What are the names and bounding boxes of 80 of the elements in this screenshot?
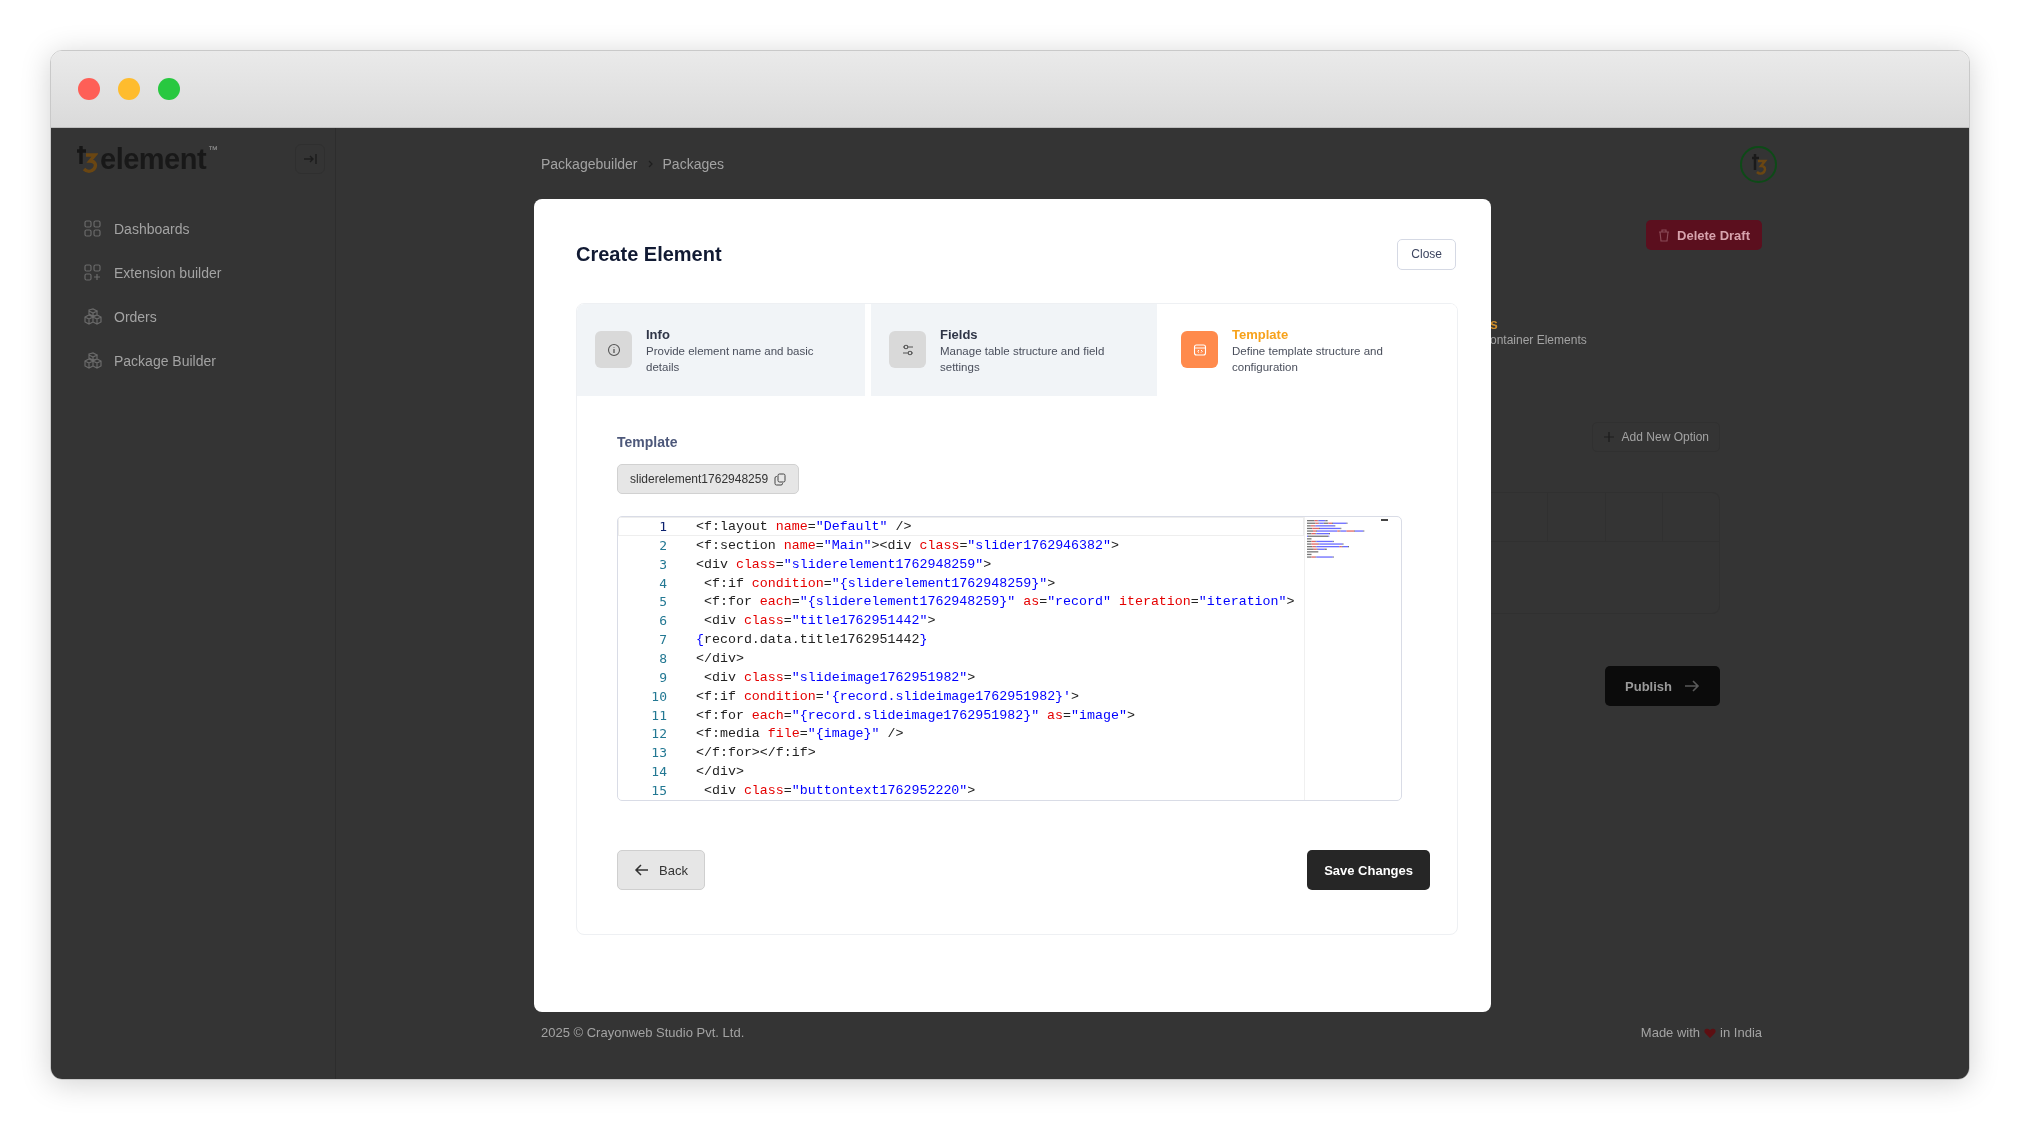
step-title: Template	[1232, 326, 1290, 343]
step-title: Info	[646, 326, 671, 343]
copy-icon	[774, 472, 787, 486]
line-number: 2	[658, 537, 668, 553]
info-icon	[606, 342, 621, 357]
code-line: <f:if condition='{record.slideimage1762951982}'>	[696, 688, 1080, 704]
step-description: Provide element name and basic details	[646, 344, 815, 375]
line-number: 10	[650, 688, 668, 704]
arrow-to-bar-icon	[303, 153, 317, 165]
delete-draft-button[interactable]: Delete Draft	[1646, 220, 1762, 250]
section-label: Template	[617, 434, 679, 450]
back-button[interactable]: Back	[617, 850, 705, 890]
code-line: <f:layout name="Default" />	[696, 518, 912, 534]
code-line: <f:for each="{record.slideimage1762951982}" as="image">	[696, 707, 1135, 723]
line-number: 8	[658, 650, 668, 666]
line-number: 4	[658, 575, 668, 591]
collapse-sidebar-button[interactable]	[295, 144, 325, 174]
code-line: <div class="title1762951442">	[702, 613, 936, 629]
copy-identifier-button[interactable]: sliderelement1762948259	[617, 464, 800, 494]
code-line: <f:if condition="{sliderelement1762948259}">	[702, 575, 1056, 591]
code-line: <div class="slideimage1762951982">	[702, 669, 976, 685]
close-window-button[interactable]	[78, 78, 100, 100]
line-number: 5	[658, 594, 668, 610]
breadcrumb-link[interactable]: Packages	[662, 156, 724, 172]
code-line: <div class="buttontext1762952220">	[702, 782, 976, 798]
avatar[interactable]	[1740, 145, 1777, 183]
section-description: ontainer Elements	[1490, 332, 1588, 348]
arrow-left-icon	[634, 863, 650, 877]
section-heading: s	[1490, 316, 1499, 332]
breadcrumb-link[interactable]: Packagebuilder	[541, 156, 638, 172]
sidebar-item[interactable]: Package Builder	[84, 351, 335, 370]
footer-text: Made with	[1640, 1025, 1701, 1040]
publish-button[interactable]: Publish	[1605, 666, 1720, 706]
step-description: Manage table structure and field settings	[940, 344, 1106, 375]
boxes-icon	[84, 352, 102, 369]
code-line: <f:section name="Main"><div class="slider1762946382">	[696, 537, 1119, 553]
step-title: Fields	[940, 326, 979, 343]
step-description: Define template structure and configuration	[1232, 344, 1384, 375]
code-window-icon	[1192, 342, 1207, 357]
code-line: <div class="sliderelement1762948259">	[696, 556, 992, 572]
scrollbar-thumb[interactable]	[1381, 519, 1388, 521]
line-number: 1	[658, 518, 668, 534]
line-number: 7	[658, 632, 668, 648]
code-line: </f:for></f:if>	[696, 745, 816, 761]
line-number: 13	[650, 745, 668, 761]
sidebar-item[interactable]: Dashboards	[84, 219, 335, 238]
maximize-window-button[interactable]	[158, 78, 180, 100]
line-number: 9	[658, 669, 668, 685]
code-line: </div>	[696, 764, 744, 780]
grid-icon	[84, 220, 102, 237]
boxes-icon	[84, 308, 102, 325]
heart-icon	[1704, 1027, 1717, 1038]
line-number: 15	[650, 782, 668, 798]
code-line: <f:media file="{image}" />	[696, 726, 904, 742]
logo-mark-icon	[76, 144, 98, 174]
line-number: 14	[650, 764, 668, 780]
sliders-icon	[900, 342, 915, 357]
dialog-title: Create Element	[576, 242, 722, 266]
grid-plus-icon	[84, 264, 102, 281]
save-changes-button[interactable]: Save Changes	[1307, 850, 1430, 890]
minimize-window-button[interactable]	[118, 78, 140, 100]
arrow-right-icon	[1684, 679, 1700, 693]
line-number: 6	[658, 613, 668, 629]
code-editor[interactable]	[617, 516, 1402, 801]
code-line: {record.data.title1762951442}	[696, 632, 928, 648]
step-tab[interactable]: Fields Manage table structure and field settings	[871, 304, 1157, 396]
code-line: <f:for each="{sliderelement1762948259}" as="record" iteration="iteration">	[702, 594, 1295, 610]
line-number: 12	[650, 726, 668, 742]
trash-icon	[1658, 228, 1671, 242]
copyright-text: 2025 © Crayonweb Studio Pvt. Ltd.	[541, 1025, 745, 1040]
add-new-option-button[interactable]: Add New Option	[1591, 422, 1720, 452]
sidebar-item[interactable]: Orders	[84, 307, 335, 326]
line-number: 3	[658, 556, 668, 572]
line-number: 11	[650, 707, 668, 723]
trademark-sign: ™	[208, 144, 219, 155]
code-line: </div>	[696, 650, 744, 666]
sidebar-item[interactable]: Extension builder	[84, 263, 335, 282]
step-tab[interactable]: Info Provide element name and basic details	[577, 304, 865, 396]
footer-text: in India	[1720, 1025, 1762, 1040]
close-button[interactable]: Close	[1397, 238, 1456, 270]
